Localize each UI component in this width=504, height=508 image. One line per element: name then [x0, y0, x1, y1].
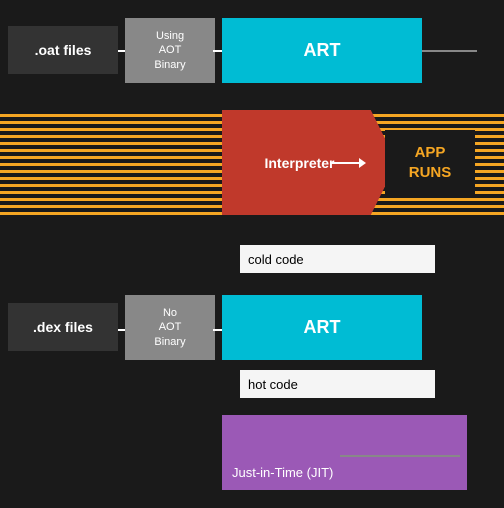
app-runs-label: APPRUNS	[409, 143, 452, 182]
interpreter-box: Interpreter	[222, 110, 397, 215]
section-bottom: .dex files NoAOTBinary ART	[0, 285, 504, 375]
jit-section: Just-in-Time (JIT)	[222, 415, 467, 490]
jit-label: Just-in-Time (JIT)	[232, 465, 333, 480]
art-top-box: ART	[222, 18, 422, 83]
oat-files-label: .oat files	[35, 42, 92, 58]
using-aot-binary-box: UsingAOTBinary	[125, 18, 215, 83]
using-aot-label: UsingAOTBinary	[154, 29, 185, 72]
oat-files-box: .oat files	[8, 26, 118, 74]
section-middle: Interpreter APPRUNS	[0, 110, 504, 215]
hot-code-text: hot code	[248, 377, 298, 392]
interpreter-label: Interpreter	[264, 155, 334, 171]
no-aot-label: NoAOTBinary	[154, 306, 185, 349]
jit-line-icon	[340, 455, 460, 457]
art-bottom-label: ART	[304, 317, 341, 338]
line-art-top-right	[422, 50, 477, 52]
cold-code-label-box: cold code	[240, 245, 435, 273]
no-aot-binary-box: NoAOTBinary	[125, 295, 215, 360]
art-bottom-box: ART	[222, 295, 422, 360]
dex-files-box: .dex files	[8, 303, 118, 351]
app-runs-box: APPRUNS	[385, 130, 475, 195]
diagram-container: .oat files UsingAOTBinary ART	[0, 0, 504, 508]
art-top-label: ART	[304, 40, 341, 61]
arrow-interpreter-icon	[330, 162, 360, 164]
hot-code-label-box: hot code	[240, 370, 435, 398]
cold-code-text: cold code	[248, 252, 304, 267]
section-top: .oat files UsingAOTBinary ART	[0, 8, 504, 93]
dex-files-label: .dex files	[33, 319, 93, 335]
